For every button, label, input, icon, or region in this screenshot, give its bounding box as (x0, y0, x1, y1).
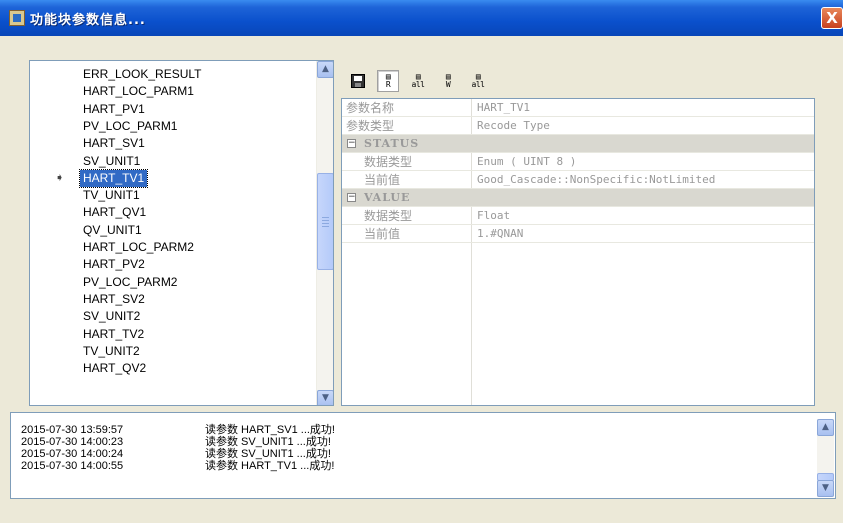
property-group-row[interactable]: − STATUS (342, 135, 814, 153)
log-message: 读参数 HART_TV1 ...成功! (205, 460, 335, 472)
collapse-toggle-icon[interactable]: − (347, 193, 356, 202)
tree-scroll-thumb[interactable] (317, 173, 333, 270)
log-entry: 2015-07-30 13:59:57 读参数 HART_SV1 ...成功! (21, 424, 335, 436)
property-name: 参数名称 (346, 101, 395, 115)
read-all-icon: ▤ all (411, 72, 425, 89)
log-timestamp: 2015-07-30 14:00:23 (21, 436, 124, 448)
log-scrollbar[interactable]: ▲ ▼ (817, 419, 834, 497)
property-value[interactable]: 1.#QNAN (472, 225, 523, 243)
tree-item[interactable]: SV_UNIT2 (80, 308, 143, 325)
property-value[interactable]: Float (472, 207, 510, 225)
tree-item[interactable]: HART_LOC_PARM1 (80, 83, 197, 100)
write-selected-button[interactable]: ▤ W (437, 70, 459, 92)
tree-item[interactable]: TV_UNIT1 (80, 187, 143, 204)
app-icon (9, 10, 25, 26)
property-name: 数据类型 (364, 155, 413, 169)
tree-item[interactable]: HART_SV2 (80, 291, 148, 308)
property-value[interactable]: Recode Type (472, 117, 550, 135)
save-icon (351, 74, 365, 88)
property-row[interactable]: 当前值 1.#QNAN (342, 225, 814, 243)
property-name: 当前值 (364, 227, 401, 241)
tree-item[interactable]: HART_SV1 (80, 135, 148, 152)
tree-item[interactable]: HART_TV1 (78, 168, 149, 188)
detail-panel: ▤ R ▤ all ▤ W ▤ all 参数名称 HART_TV1 参数类型 Recode T… (341, 60, 815, 406)
current-item-arrow-icon: ➧ (55, 170, 65, 184)
property-grid[interactable]: 参数名称 HART_TV1 参数类型 Recode Type − STATUS 数据类型 En… (341, 98, 815, 406)
write-all-icon: ▤ all (471, 72, 485, 89)
log-message: 读参数 HART_SV1 ...成功! (205, 424, 335, 436)
tree-item[interactable]: HART_PV2 (80, 256, 148, 273)
property-group-label: STATUS (364, 137, 420, 150)
tree-scroll-down-button[interactable]: ▼ (317, 390, 333, 405)
log-entry: 2015-07-30 14:00:55 读参数 HART_TV1 ...成功! (21, 460, 334, 472)
property-group-row[interactable]: − VALUE (342, 189, 814, 207)
read-selected-button[interactable]: ▤ R (377, 70, 399, 92)
tree-item[interactable]: HART_TV2 (80, 326, 147, 343)
property-name: 当前值 (364, 173, 401, 187)
log-entry: 2015-07-30 14:00:24 读参数 SV_UNIT1 ...成功! (21, 448, 331, 460)
tree-item[interactable]: QV_UNIT1 (80, 222, 145, 239)
log-message: 读参数 SV_UNIT1 ...成功! (205, 436, 331, 448)
property-row[interactable]: 当前值 Good_Cascade::NonSpecific:NotLimited (342, 171, 814, 189)
property-value[interactable]: Good_Cascade::NonSpecific:NotLimited (472, 171, 715, 189)
close-button[interactable]: X (821, 7, 843, 29)
tree-item[interactable]: PV_LOC_PARM1 (80, 118, 180, 135)
collapse-toggle-icon[interactable]: − (347, 139, 356, 148)
tree-item[interactable]: HART_PV1 (80, 101, 148, 118)
property-group-label: VALUE (364, 191, 411, 204)
property-value[interactable]: HART_TV1 (472, 99, 530, 117)
tree-item[interactable]: HART_LOC_PARM2 (80, 239, 197, 256)
log-scroll-up-button[interactable]: ▲ (817, 419, 834, 436)
tree-item[interactable]: TV_UNIT2 (80, 343, 143, 360)
title-bar[interactable]: 功能块参数信息... X (0, 0, 843, 36)
property-row[interactable]: 数据类型 Enum ( UINT 8 ) (342, 153, 814, 171)
toolbar: ▤ R ▤ all ▤ W ▤ all (347, 67, 497, 95)
write-all-button[interactable]: ▤ all (467, 70, 489, 92)
read-icon: ▤ R (385, 72, 391, 89)
tree-scroll-up-button[interactable]: ▲ (317, 61, 333, 78)
property-row[interactable]: 参数类型 Recode Type (342, 117, 814, 135)
log-timestamp: 2015-07-30 13:59:57 (21, 424, 124, 436)
log-timestamp: 2015-07-30 14:00:24 (21, 448, 124, 460)
tree-item[interactable]: HART_QV2 (80, 360, 149, 377)
log-scroll-down-button[interactable]: ▼ (817, 480, 834, 497)
log-entry: 2015-07-30 14:00:23 读参数 SV_UNIT1 ...成功! (21, 436, 331, 448)
property-name: 参数类型 (346, 119, 395, 133)
dialog-window: 功能块参数信息... X ERR_LOOK_RESULT HART_LOC_PAR… (0, 0, 843, 523)
property-value[interactable]: Enum ( UINT 8 ) (472, 153, 576, 171)
parameter-tree[interactable]: ERR_LOOK_RESULT HART_LOC_PARM1 HART_PV1 PV_… (29, 60, 334, 406)
tree-item[interactable]: HART_QV1 (80, 204, 149, 221)
property-row[interactable]: 参数名称 HART_TV1 (342, 99, 814, 117)
log-timestamp: 2015-07-30 14:00:55 (21, 460, 124, 472)
tree-item[interactable]: PV_LOC_PARM2 (80, 274, 180, 291)
tree-item[interactable]: SV_UNIT1 (80, 153, 143, 170)
log-output[interactable]: 2015-07-30 13:59:57 读参数 HART_SV1 ...成功! 20… (10, 412, 836, 499)
read-all-button[interactable]: ▤ all (407, 70, 429, 92)
property-row[interactable]: 数据类型 Float (342, 207, 814, 225)
write-icon: ▤ W (445, 72, 451, 89)
property-name: 数据类型 (364, 209, 413, 223)
window-title: 功能块参数信息... (30, 12, 146, 28)
save-button[interactable] (347, 70, 369, 92)
tree-item[interactable]: ERR_LOOK_RESULT (80, 66, 204, 83)
log-message: 读参数 SV_UNIT1 ...成功! (205, 448, 331, 460)
tree-scrollbar[interactable]: ▲ ▼ (316, 61, 333, 405)
